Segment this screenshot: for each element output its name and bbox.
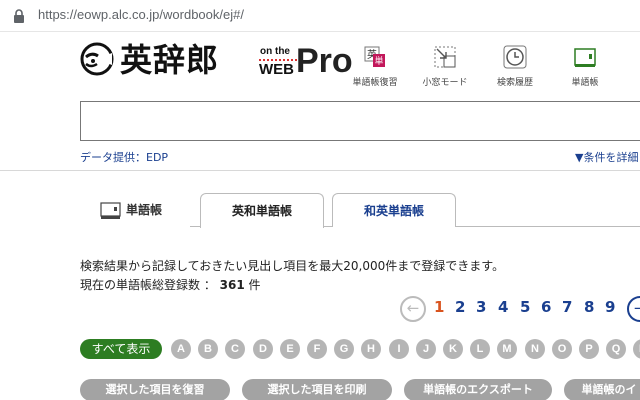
letter-filter-o[interactable]: O bbox=[552, 339, 572, 359]
page-link[interactable]: 1 bbox=[434, 298, 444, 316]
site-header: 英辞郎 on the WEB Pro 英 単 単語帳復習 小窓モード 検索履歴 … bbox=[0, 32, 640, 170]
registered-count: 361 bbox=[219, 278, 245, 292]
letter-filter-l[interactable]: L bbox=[470, 339, 490, 359]
count-suffix: 件 bbox=[244, 278, 261, 292]
letter-filter-b[interactable]: B bbox=[198, 339, 218, 359]
letter-filter-e[interactable]: E bbox=[280, 339, 300, 359]
tab-wordbook[interactable]: 単語帳 bbox=[80, 193, 190, 227]
tool-label: 単語帳復習 bbox=[352, 78, 398, 88]
import-wordbook-button[interactable]: 単語帳のイ bbox=[564, 379, 640, 400]
url-text[interactable]: https://eowp.alc.co.jp/wordbook/ej#/ bbox=[38, 7, 244, 22]
tab-english-japanese[interactable]: 英和単語帳 bbox=[200, 193, 324, 228]
page-link[interactable]: 4 bbox=[498, 298, 508, 316]
letter-filter-a[interactable]: A bbox=[171, 339, 191, 359]
detail-conditions-link[interactable]: ▼条件を詳細 bbox=[575, 149, 638, 165]
page-link[interactable]: 5 bbox=[520, 298, 530, 316]
logo-web: WEB bbox=[259, 61, 294, 78]
page-link[interactable]: 2 bbox=[455, 298, 465, 316]
letter-filter-c[interactable]: C bbox=[225, 339, 245, 359]
data-provider: データ提供：EDP bbox=[80, 151, 169, 164]
registered-count-text: 現在の単語帳総登録数 ： 361 件 bbox=[80, 276, 261, 293]
logo-title: 英辞郎 bbox=[120, 41, 220, 79]
lock-icon bbox=[14, 9, 24, 23]
page-link[interactable]: 6 bbox=[541, 298, 551, 316]
letter-filter-d[interactable]: D bbox=[253, 339, 273, 359]
search-input[interactable] bbox=[80, 101, 640, 141]
small-window-icon bbox=[434, 46, 456, 68]
page: https://eowp.alc.co.jp/wordbook/ej#/ 英辞郎… bbox=[0, 0, 640, 400]
letter-filter-j[interactable]: J bbox=[416, 339, 436, 359]
letter-filter-n[interactable]: N bbox=[525, 339, 545, 359]
description-text: 検索結果から記録しておきたい見出し項目を最大20,000件まで登録できます。 bbox=[80, 259, 505, 273]
letter-filter-p[interactable]: P bbox=[579, 339, 599, 359]
alphabet-filter: すべて表示 ABCDEFGHIJKLMNOPQR bbox=[80, 339, 640, 361]
export-wordbook-button[interactable]: 単語帳のエクスポート bbox=[404, 379, 552, 400]
page-link[interactable]: 8 bbox=[584, 298, 594, 316]
tab-label: 単語帳 bbox=[126, 203, 163, 217]
tool-label: カ bbox=[618, 75, 640, 88]
next-page-button[interactable]: → bbox=[627, 296, 640, 322]
tool-wordbook-review[interactable]: 英 単 単語帳復習 bbox=[340, 42, 410, 92]
letter-filter-k[interactable]: K bbox=[443, 339, 463, 359]
tool-small-window[interactable]: 小窓モード bbox=[410, 42, 480, 92]
review-selected-button[interactable]: 選択した項目を復習 bbox=[80, 379, 230, 400]
letter-filter-i[interactable]: I bbox=[389, 339, 409, 359]
tab-japanese-english[interactable]: 和英単語帳 bbox=[332, 193, 456, 227]
mascot-logo-icon bbox=[80, 42, 114, 76]
wordbook-icon bbox=[100, 202, 121, 219]
wordbook-icon bbox=[574, 48, 596, 67]
tool-more[interactable]: カ bbox=[618, 42, 640, 92]
count-prefix: 現在の単語帳総登録数 ： bbox=[80, 278, 220, 292]
header-tools: 英 単 単語帳復習 小窓モード 検索履歴 単語帳 bbox=[340, 42, 640, 92]
wordbook-review-icon: 英 単 bbox=[364, 46, 385, 67]
letter-filter-q[interactable]: Q bbox=[606, 339, 626, 359]
site-logo[interactable]: 英辞郎 on the WEB Pro bbox=[80, 40, 353, 80]
logo-onthe: on the bbox=[260, 46, 290, 57]
tool-wordbook[interactable]: 単語帳 bbox=[550, 42, 620, 92]
prev-page-button[interactable]: ← bbox=[400, 296, 426, 322]
letter-filter-g[interactable]: G bbox=[334, 339, 354, 359]
tool-label: 単語帳 bbox=[571, 78, 599, 88]
main-content: 単語帳 英和単語帳 和英単語帳 検索結果から記録しておきたい見出し項目を最大20… bbox=[0, 170, 640, 400]
letter-filter-f[interactable]: F bbox=[307, 339, 327, 359]
print-selected-button[interactable]: 選択した項目を印刷 bbox=[242, 379, 392, 400]
tool-label: 小窓モード bbox=[422, 78, 468, 88]
action-buttons: 選択した項目を復習 選択した項目を印刷 単語帳のエクスポート 単語帳のイ bbox=[80, 379, 640, 400]
tool-search-history[interactable]: 検索履歴 bbox=[480, 42, 550, 92]
address-bar[interactable]: https://eowp.alc.co.jp/wordbook/ej#/ bbox=[0, 0, 640, 32]
svg-text:単: 単 bbox=[374, 55, 383, 67]
page-link[interactable]: 3 bbox=[476, 298, 486, 316]
letter-filter-m[interactable]: M bbox=[497, 339, 517, 359]
tab-bar: 単語帳 英和単語帳 和英単語帳 bbox=[80, 193, 640, 228]
page-link[interactable]: 9 bbox=[605, 298, 615, 316]
tool-label: 検索履歴 bbox=[496, 78, 533, 88]
letter-filter-r[interactable]: R bbox=[633, 339, 640, 359]
pagination: ← 1 2 3 4 5 6 7 8 9 → bbox=[400, 294, 640, 324]
page-link[interactable]: 7 bbox=[562, 298, 572, 316]
show-all-button[interactable]: すべて表示 bbox=[80, 339, 162, 359]
letter-filter-h[interactable]: H bbox=[361, 339, 381, 359]
history-clock-icon bbox=[503, 45, 527, 69]
